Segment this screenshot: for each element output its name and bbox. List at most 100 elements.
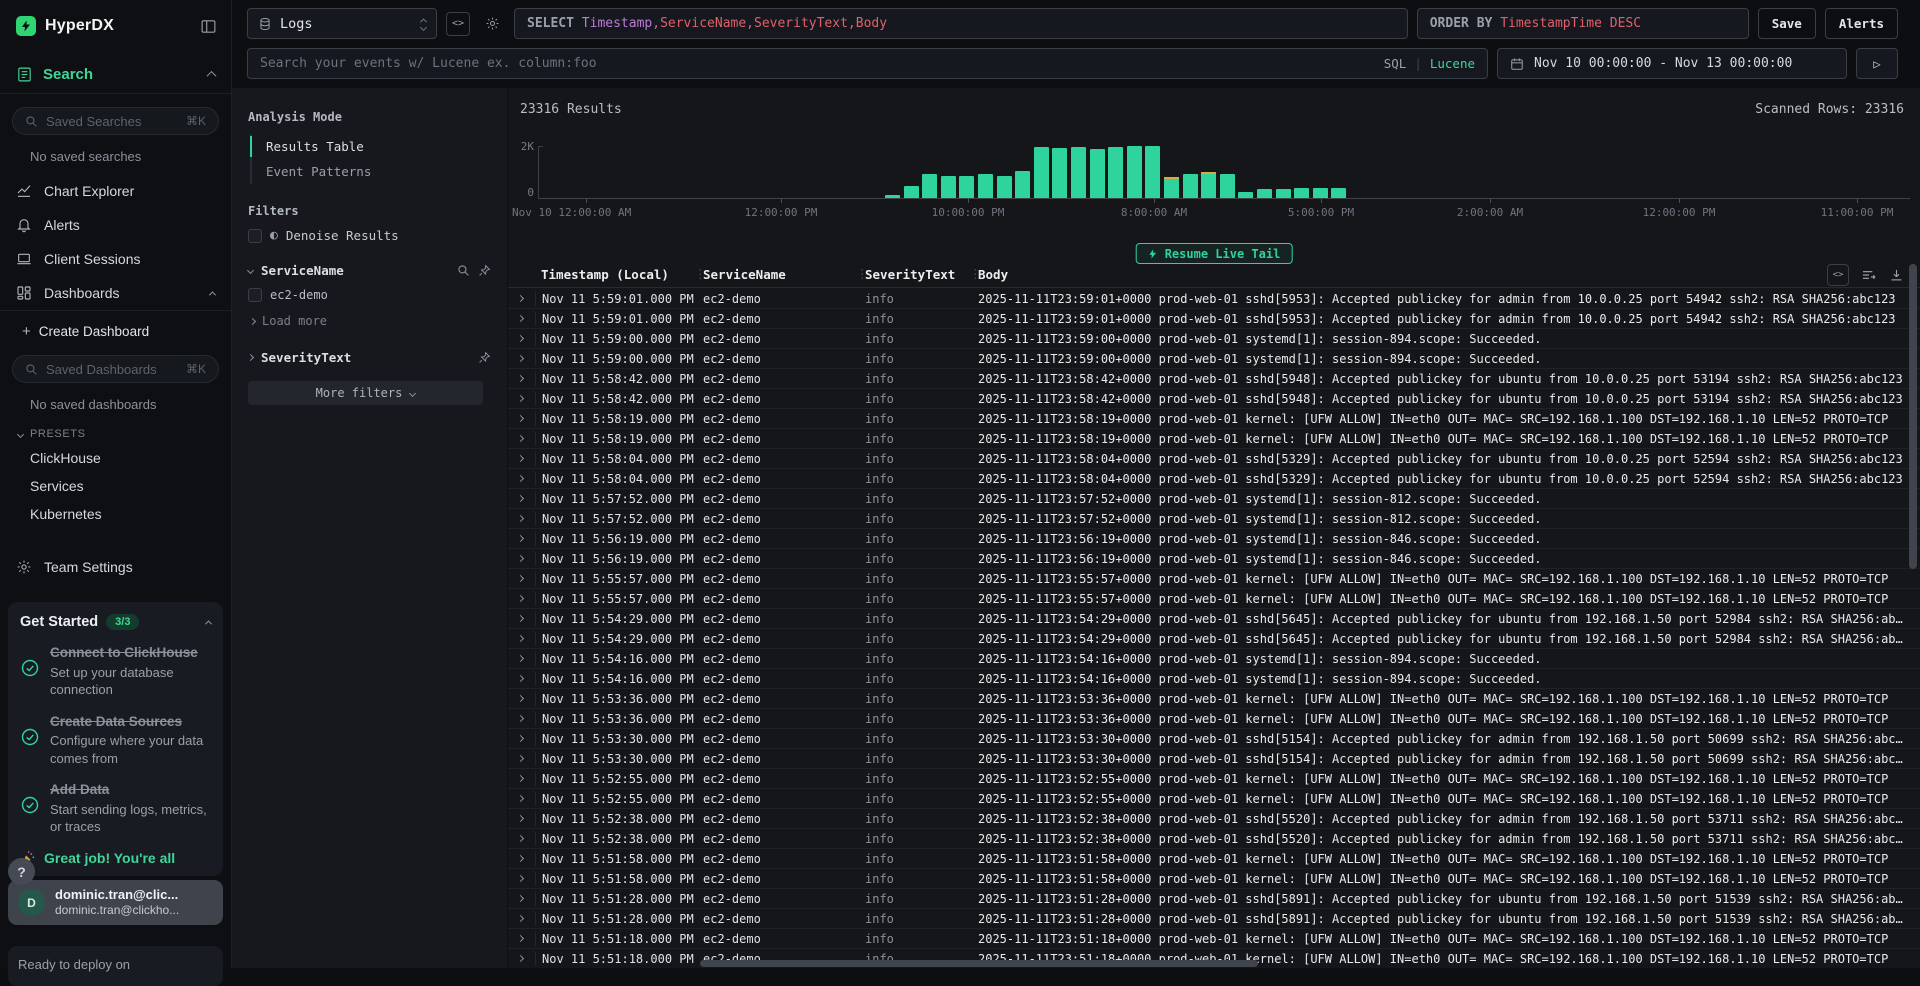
preset-clickhouse[interactable]: ClickHouse [0,444,231,472]
row-expand-icon[interactable] [517,355,524,362]
row-expand-icon[interactable] [517,895,524,902]
histogram-bar[interactable] [1034,147,1049,198]
col-timestamp[interactable]: Timestamp (Local) [541,267,669,282]
histogram-bar[interactable] [1052,148,1067,198]
sidebar-section-search[interactable]: Search [0,36,231,93]
histogram-bar[interactable] [1127,146,1142,198]
row-expand-icon[interactable] [517,575,524,582]
chevron-up-icon[interactable] [205,620,212,627]
table-row[interactable]: Nov 11 5:58:19.000 PMec2-demoinfo2025-11… [508,409,1920,429]
histogram-bar[interactable] [1220,174,1235,198]
more-filters-button[interactable]: More filters [248,381,483,405]
sidebar-item-team-settings[interactable]: Team Settings [0,550,231,584]
sidebar-item-alerts[interactable]: Alerts [0,208,231,242]
columns-icon[interactable] [1861,267,1877,283]
table-row[interactable]: Nov 11 5:59:01.000 PMec2-demoinfo2025-11… [508,309,1920,329]
download-icon[interactable] [1889,268,1904,283]
row-expand-icon[interactable] [517,635,524,642]
row-expand-icon[interactable] [517,855,524,862]
pin-icon[interactable] [478,264,491,277]
sidebar-item-client-sessions[interactable]: Client Sessions [0,242,231,276]
histogram-bar[interactable] [959,176,974,198]
row-expand-icon[interactable] [517,435,524,442]
table-row[interactable]: Nov 11 5:53:36.000 PMec2-demoinfo2025-11… [508,689,1920,709]
expand-view-button[interactable]: <> [1827,264,1849,286]
row-expand-icon[interactable] [517,475,524,482]
table-row[interactable]: Nov 11 5:55:57.000 PMec2-demoinfo2025-11… [508,569,1920,589]
date-range-picker[interactable]: Nov 10 00:00:00 - Nov 13 00:00:00 [1497,48,1847,79]
mode-results-table[interactable]: Results Table [252,134,491,159]
table-row[interactable]: Nov 11 5:54:29.000 PMec2-demoinfo2025-11… [508,609,1920,629]
row-expand-icon[interactable] [517,595,524,602]
alerts-button[interactable]: Alerts [1825,8,1898,39]
histogram-bar[interactable] [904,186,919,198]
row-expand-icon[interactable] [517,915,524,922]
row-expand-icon[interactable] [517,935,524,942]
row-expand-icon[interactable] [517,815,524,822]
col-severitytext[interactable]: SeverityText [865,267,955,282]
row-expand-icon[interactable] [517,415,524,422]
denoise-results-toggle[interactable]: ◐ Denoise Results [248,228,491,243]
row-expand-icon[interactable] [517,395,524,402]
horizontal-scrollbar[interactable] [700,960,1258,967]
histogram-bar[interactable] [1257,189,1272,198]
table-row[interactable]: Nov 11 5:55:57.000 PMec2-demoinfo2025-11… [508,589,1920,609]
table-row[interactable]: Nov 11 5:52:55.000 PMec2-demoinfo2025-11… [508,789,1920,809]
row-expand-icon[interactable] [517,715,524,722]
table-row[interactable]: Nov 11 5:52:38.000 PMec2-demoinfo2025-11… [508,829,1920,849]
table-row[interactable]: Nov 11 5:59:00.000 PMec2-demoinfo2025-11… [508,349,1920,369]
table-row[interactable]: Nov 11 5:51:18.000 PMec2-demoinfo2025-11… [508,929,1920,949]
histogram-bar[interactable] [1294,188,1309,198]
table-row[interactable]: Nov 11 5:59:00.000 PMec2-demoinfo2025-11… [508,329,1920,349]
user-menu[interactable]: D dominic.tran@clic... dominic.tran@clic… [8,880,223,925]
source-select[interactable]: Logs [247,8,437,39]
row-expand-icon[interactable] [517,295,524,302]
histogram-bar[interactable] [1313,188,1328,198]
histogram-bar[interactable] [1183,174,1198,198]
column-resize-handle[interactable]: ⋮ [694,266,707,281]
row-expand-icon[interactable] [517,495,524,502]
presets-toggle[interactable]: PRESETS [0,412,231,444]
histogram-bar[interactable] [1164,177,1179,198]
table-row[interactable]: Nov 11 5:52:38.000 PMec2-demoinfo2025-11… [508,809,1920,829]
mode-event-patterns[interactable]: Event Patterns [252,159,491,184]
preset-services[interactable]: Services [0,472,231,500]
settings-button[interactable] [479,8,505,39]
table-row[interactable]: Nov 11 5:58:42.000 PMec2-demoinfo2025-11… [508,369,1920,389]
row-expand-icon[interactable] [517,615,524,622]
table-row[interactable]: Nov 11 5:58:04.000 PMec2-demoinfo2025-11… [508,469,1920,489]
histogram-bar[interactable] [1276,189,1291,198]
row-expand-icon[interactable] [517,555,524,562]
order-by-input[interactable]: ORDER BY TimestampTime DESC [1417,8,1749,39]
histogram-bar[interactable] [1145,146,1160,198]
row-expand-icon[interactable] [517,775,524,782]
sidebar-collapse-icon[interactable] [200,18,217,35]
row-expand-icon[interactable] [517,375,524,382]
row-expand-icon[interactable] [517,795,524,802]
row-expand-icon[interactable] [517,735,524,742]
get-started-item[interactable]: Connect to ClickHouse Set up your databa… [20,644,211,699]
histogram-bar[interactable] [885,195,900,198]
row-expand-icon[interactable] [517,515,524,522]
table-row[interactable]: Nov 11 5:51:58.000 PMec2-demoinfo2025-11… [508,849,1920,869]
table-row[interactable]: Nov 11 5:58:19.000 PMec2-demoinfo2025-11… [508,429,1920,449]
row-expand-icon[interactable] [517,695,524,702]
load-more-button[interactable]: Load more [250,314,491,328]
histogram-bar[interactable] [1108,147,1123,198]
create-dashboard-button[interactable]: + Create Dashboard [0,311,231,342]
table-row[interactable]: Nov 11 5:53:30.000 PMec2-demoinfo2025-11… [508,729,1920,749]
histogram-bar[interactable] [997,176,1012,198]
table-row[interactable]: Nov 11 5:54:29.000 PMec2-demoinfo2025-11… [508,629,1920,649]
row-expand-icon[interactable] [517,755,524,762]
row-expand-icon[interactable] [517,675,524,682]
saved-dashboards-input[interactable]: Saved Dashboards ⌘K [12,355,219,383]
column-resize-handle[interactable]: ⋮ [969,266,982,281]
row-expand-icon[interactable] [517,315,524,322]
lucene-toggle[interactable]: Lucene [1430,56,1475,71]
sidebar-item-chart-explorer[interactable]: Chart Explorer [0,174,231,208]
table-row[interactable]: Nov 11 5:51:58.000 PMec2-demoinfo2025-11… [508,869,1920,889]
facet-checkbox[interactable] [248,288,262,302]
get-started-item[interactable]: Add Data Start sending logs, metrics, or… [20,781,211,836]
select-columns-input[interactable]: SELECT Timestamp,ServiceName,SeverityTex… [514,8,1408,39]
search-icon[interactable] [457,264,470,277]
